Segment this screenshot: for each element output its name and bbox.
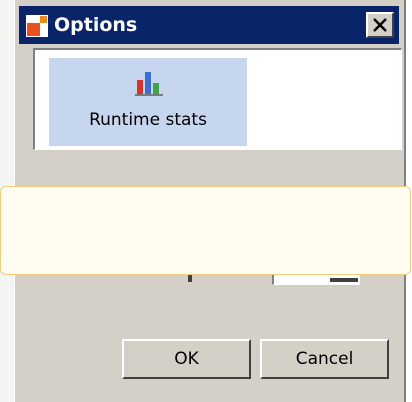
category-item-runtime-stats[interactable]: Runtime stats xyxy=(49,58,247,146)
category-list: Runtime stats xyxy=(33,48,402,150)
ok-button[interactable]: OK xyxy=(122,339,251,379)
spin-control[interactable] xyxy=(330,278,358,282)
category-label: Runtime stats xyxy=(89,110,207,130)
window-title: Options xyxy=(54,14,138,36)
title-bar: Options xyxy=(19,6,399,44)
options-app-icon xyxy=(26,15,48,37)
option-label-fragment xyxy=(188,274,192,282)
notification-popup xyxy=(0,186,411,275)
close-button[interactable] xyxy=(366,12,394,38)
close-icon xyxy=(373,18,387,32)
cancel-button[interactable]: Cancel xyxy=(260,339,389,379)
bar-chart-icon xyxy=(135,72,163,96)
